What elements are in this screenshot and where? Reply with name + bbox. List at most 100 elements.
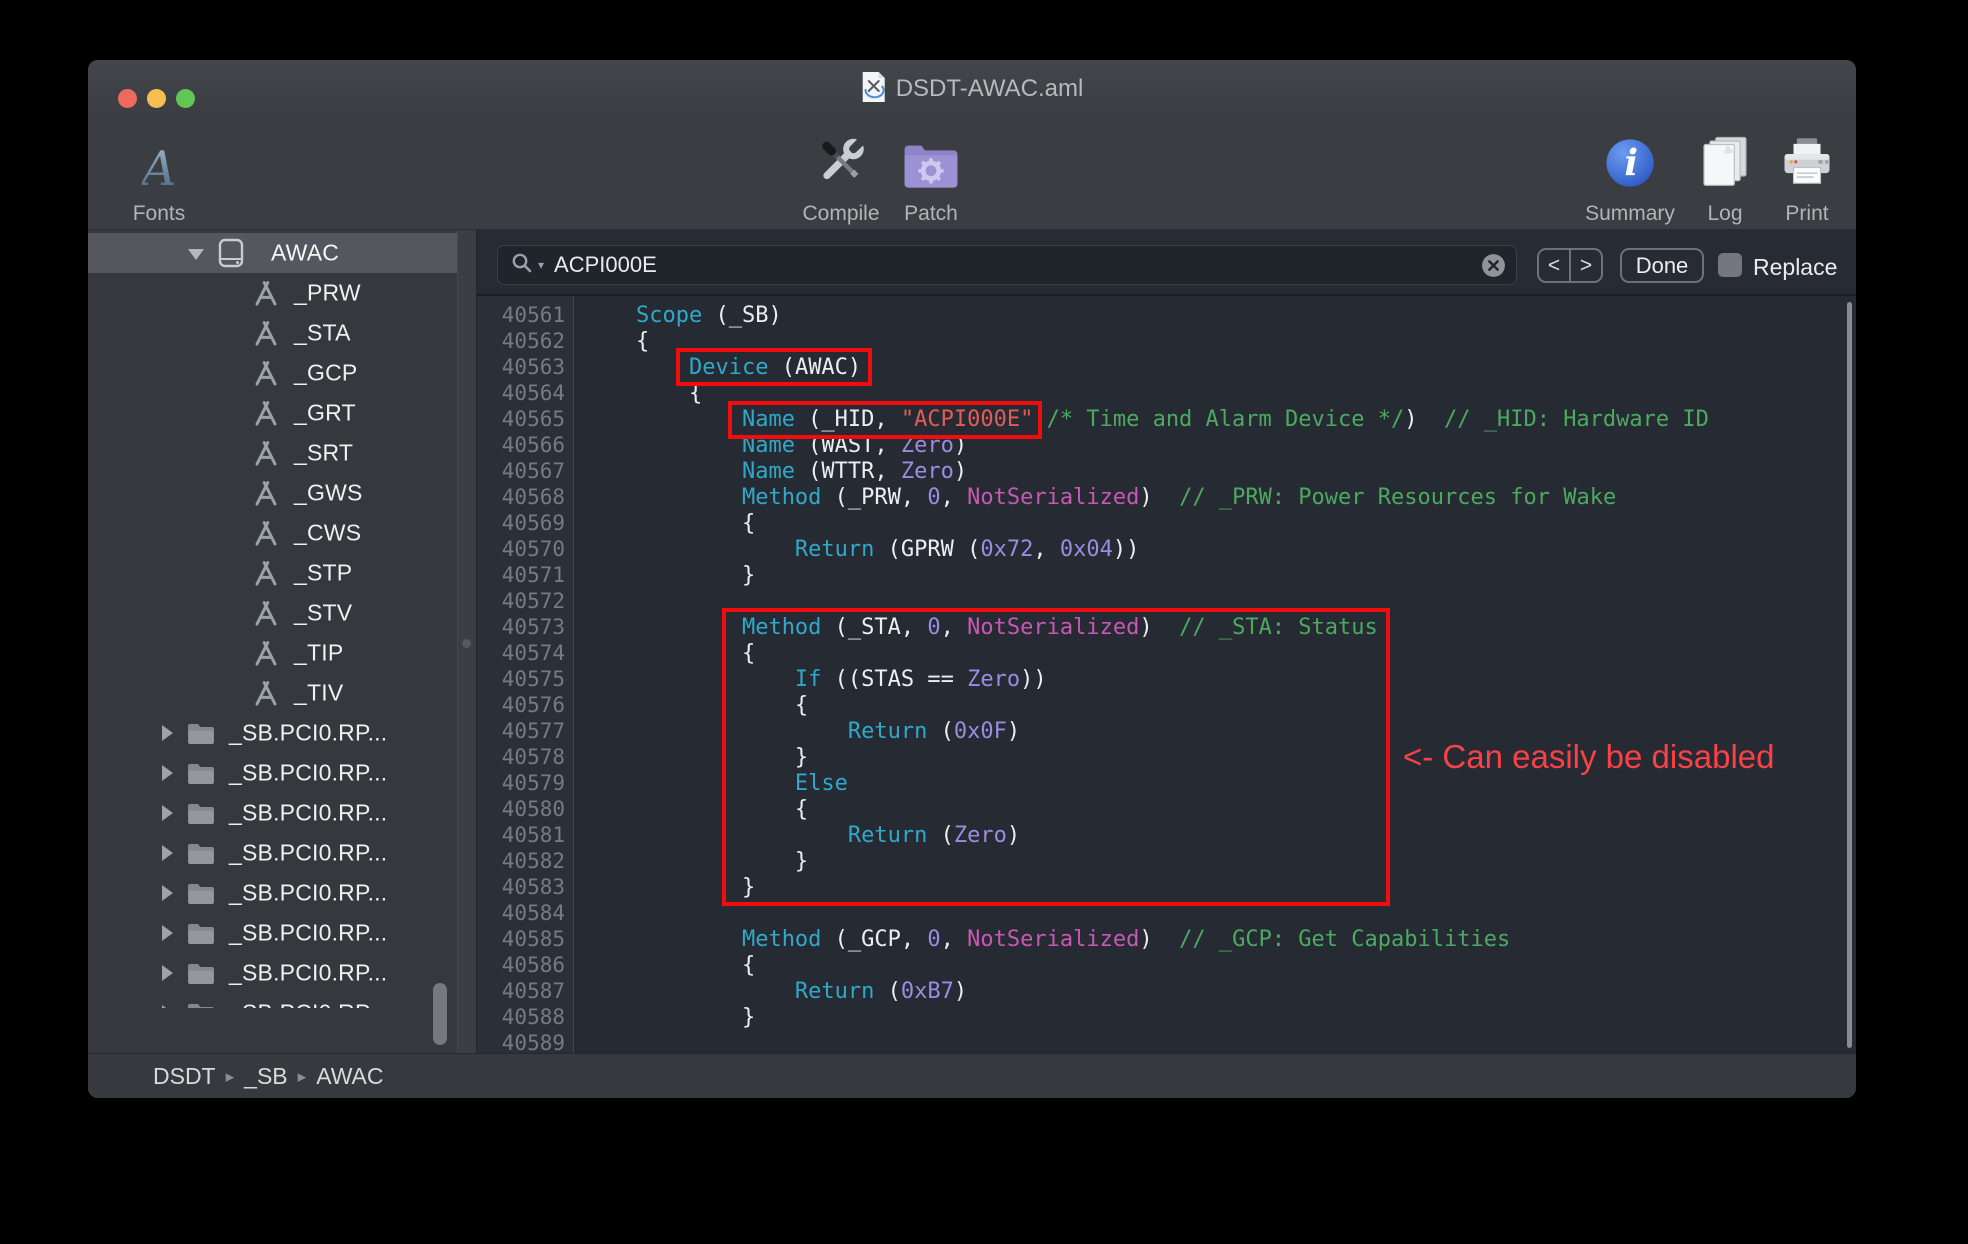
disclosure-collapsed-icon[interactable] — [162, 925, 173, 941]
clear-search-button[interactable] — [1480, 252, 1507, 284]
tree-item-srt[interactable]: _SRT — [88, 433, 457, 473]
tree-item-stp[interactable]: _STP — [88, 553, 457, 593]
minimize-button[interactable] — [147, 89, 166, 108]
breadcrumb-dsdt[interactable]: DSDT — [153, 1063, 216, 1090]
tree-item-sb-pci0-rp[interactable]: _SB.PCI0.RP... — [88, 753, 457, 793]
disclosure-collapsed-icon[interactable] — [162, 805, 173, 821]
compile-button[interactable]: Compile — [802, 120, 879, 232]
zoom-button[interactable] — [176, 89, 195, 108]
tree-item-gws[interactable]: _GWS — [88, 473, 457, 513]
document-icon — [861, 71, 887, 108]
code-line[interactable]: 40574 { — [477, 640, 1856, 666]
fonts-button[interactable]: A Fonts — [133, 120, 186, 232]
code-line[interactable]: 40569 { — [477, 510, 1856, 536]
code-line[interactable]: 40582 } — [477, 848, 1856, 874]
code-line[interactable]: 40571 } — [477, 562, 1856, 588]
code-line[interactable]: 40565 Name (_HID, "ACPI000E" /* Time and… — [477, 406, 1856, 432]
sidebar-scrollbar[interactable] — [433, 983, 447, 1045]
code-line[interactable]: 40568 Method (_PRW, 0, NotSerialized) //… — [477, 484, 1856, 510]
disclosure-collapsed-icon[interactable] — [162, 725, 173, 741]
tree-item-label: _STV — [294, 600, 352, 627]
disclosure-collapsed-icon[interactable] — [162, 885, 173, 901]
tree-item-sta[interactable]: _STA — [88, 313, 457, 353]
disclosure-collapsed-icon[interactable] — [162, 845, 173, 861]
symbol-tree[interactable]: AWAC _PRW _STA_GCP_GRT_SRT _GWS _CWS_STP _STV… — [88, 230, 457, 1008]
folder-icon — [186, 961, 216, 991]
code-line[interactable]: 40570 Return (GPRW (0x72, 0x04)) — [477, 536, 1856, 562]
line-number: 40564 — [477, 380, 574, 406]
folder-icon — [186, 881, 216, 911]
tree-item-sb-pci0-rp[interactable]: _SB.PCI0.RP... — [88, 873, 457, 913]
tree-item-sb-pci0-rp[interactable]: _SB.PCI0.RP... — [88, 913, 457, 953]
code-text: } — [574, 875, 755, 900]
line-number: 40563 — [477, 354, 574, 380]
patch-button[interactable]: Patch — [902, 120, 960, 232]
summary-button[interactable]: i Summary — [1585, 120, 1675, 232]
code-line[interactable]: 40586 { — [477, 952, 1856, 978]
code-area[interactable]: 40561 Scope (_SB)40562 {40563 Device (AW… — [477, 296, 1856, 1053]
editor-scrollbar[interactable] — [1847, 302, 1852, 1048]
find-next-button[interactable]: > — [1571, 250, 1601, 281]
code-text: If ((STAS == Zero)) — [574, 667, 1047, 692]
code-line[interactable]: 40589 — [477, 1030, 1856, 1053]
disclosure-expanded-icon[interactable] — [188, 249, 204, 260]
disclosure-collapsed-icon[interactable] — [162, 1005, 173, 1008]
tree-item-awac[interactable]: AWAC — [88, 233, 457, 273]
breadcrumb-bar: DSDT ▸ _SB ▸ AWAC — [88, 1053, 1856, 1098]
chevron-down-icon[interactable]: ▾ — [538, 258, 544, 272]
code-line[interactable]: 40567 Name (WTTR, Zero) — [477, 458, 1856, 484]
tree-item-label: AWAC — [271, 240, 339, 267]
done-button[interactable]: Done — [1620, 248, 1704, 283]
code-line[interactable]: 40564 { — [477, 380, 1856, 406]
titlebar[interactable]: DSDT-AWAC.aml — [88, 60, 1856, 118]
code-line[interactable]: 40575 If ((STAS == Zero)) — [477, 666, 1856, 692]
replace-checkbox[interactable] — [1718, 253, 1742, 277]
code-text: { — [574, 641, 755, 666]
find-bar: ▾ ACPI000E < > Done Replace — [477, 230, 1856, 296]
find-previous-button[interactable]: < — [1539, 250, 1571, 281]
folder-icon — [186, 721, 216, 751]
tree-item-sb-pci0-rp[interactable]: _SB.PCI0.RP... — [88, 793, 457, 833]
code-line[interactable]: 40566 Name (WAST, Zero) — [477, 432, 1856, 458]
tree-item-sb-pci0-rp[interactable]: _SB.PCI0.RP... — [88, 993, 457, 1008]
code-line[interactable]: 40587 Return (0xB7) — [477, 978, 1856, 1004]
tree-item-tiv[interactable]: _TIV — [88, 673, 457, 713]
tree-item-stv[interactable]: _STV — [88, 593, 457, 633]
tree-item-tip[interactable]: _TIP — [88, 633, 457, 673]
tree-item-sb-pci0-rp[interactable]: _SB.PCI0.RP... — [88, 713, 457, 753]
tree-item-sb-pci0-rp[interactable]: _SB.PCI0.RP... — [88, 953, 457, 993]
tree-item-gcp[interactable]: _GCP — [88, 353, 457, 393]
code-line[interactable]: 40583 } — [477, 874, 1856, 900]
tree-item-sb-pci0-rp[interactable]: _SB.PCI0.RP... — [88, 833, 457, 873]
tree-item-grt[interactable]: _GRT — [88, 393, 457, 433]
tree-item-prw[interactable]: _PRW — [88, 273, 457, 313]
code-line[interactable]: 40572 — [477, 588, 1856, 614]
code-text: Return (0x0F) — [574, 719, 1020, 744]
print-button[interactable]: Print — [1780, 120, 1834, 232]
line-number: 40562 — [477, 328, 574, 354]
disclosure-collapsed-icon[interactable] — [162, 765, 173, 781]
log-button[interactable]: Log — [1699, 120, 1751, 232]
code-line[interactable]: 40562 { — [477, 328, 1856, 354]
breadcrumb-sb[interactable]: _SB — [244, 1063, 287, 1090]
code-line[interactable]: 40581 Return (Zero) — [477, 822, 1856, 848]
disclosure-collapsed-icon[interactable] — [162, 965, 173, 981]
device-icon — [218, 238, 244, 273]
code-line[interactable]: 40584 — [477, 900, 1856, 926]
code-line[interactable]: 40580 { — [477, 796, 1856, 822]
search-input[interactable]: ▾ ACPI000E — [497, 245, 1517, 285]
tree-item-label: _PRW — [294, 280, 361, 307]
split-drag-handle[interactable] — [462, 639, 471, 648]
tree-item-cws[interactable]: _CWS — [88, 513, 457, 553]
breadcrumb-awac[interactable]: AWAC — [316, 1063, 383, 1090]
breadcrumb-separator-icon: ▸ — [226, 1065, 235, 1087]
code-line[interactable]: 40561 Scope (_SB) — [477, 302, 1856, 328]
close-button[interactable] — [118, 89, 137, 108]
code-line[interactable]: 40576 { — [477, 692, 1856, 718]
code-line[interactable]: 40573 Method (_STA, 0, NotSerialized) //… — [477, 614, 1856, 640]
tree-item-label: _GWS — [294, 480, 363, 507]
code-line[interactable]: 40563 Device (AWAC) — [477, 354, 1856, 380]
code-line[interactable]: 40585 Method (_GCP, 0, NotSerialized) //… — [477, 926, 1856, 952]
code-line[interactable]: 40588 } — [477, 1004, 1856, 1030]
window-title: DSDT-AWAC.aml — [896, 75, 1084, 103]
